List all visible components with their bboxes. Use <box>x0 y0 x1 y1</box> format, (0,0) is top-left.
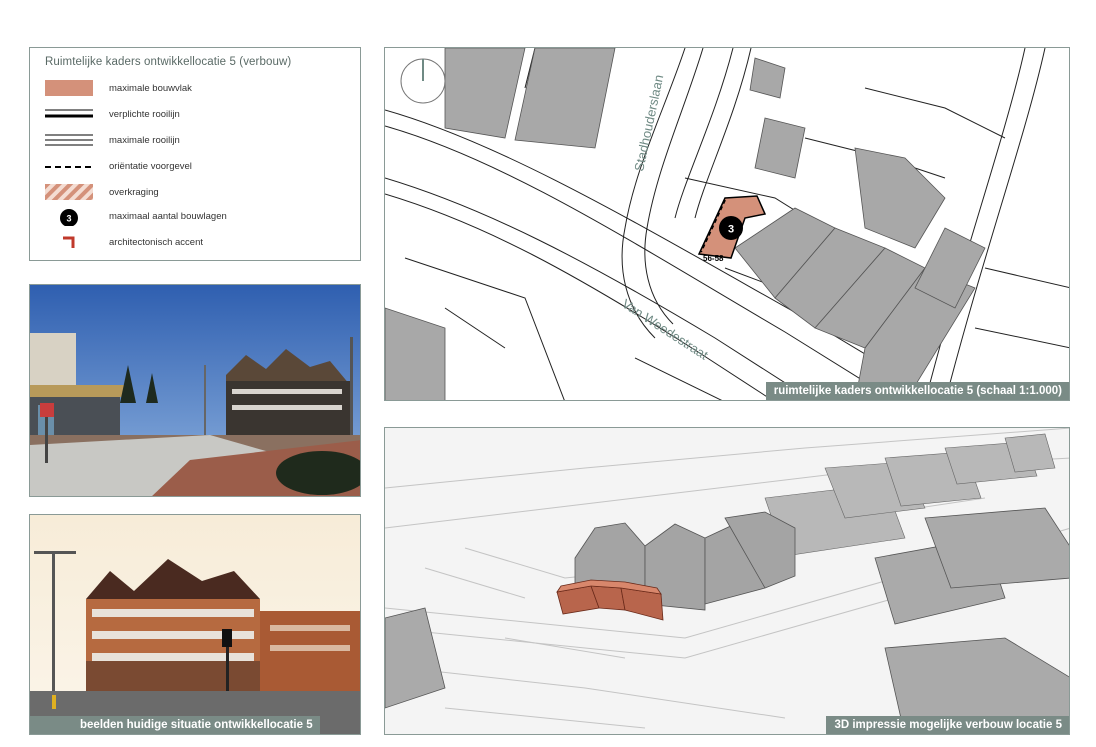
legend-panel: Ruimtelijke kaders ontwikkellocatie 5 (v… <box>29 47 361 261</box>
3d-caption: 3D impressie mogelijke verbouw locatie 5 <box>826 716 1069 734</box>
legend-title: Ruimtelijke kaders ontwikkellocatie 5 (v… <box>45 56 292 68</box>
salmon-fill-icon <box>45 80 93 96</box>
site-map-drawing: 3 56-58 Stadhouderslaan Van Weedestraat <box>385 48 1069 400</box>
photo-building-corner: beelden huidige situatie ontwikkellocati… <box>29 514 361 735</box>
hatched-fill-icon <box>45 184 93 200</box>
house-numbers: 56-58 <box>703 254 724 263</box>
dashed-line-icon <box>45 166 93 168</box>
legend-badge-text: 3 <box>66 214 71 224</box>
legend-item-bouwlagen: 3 maximaal aantal bouwlagen <box>45 208 345 228</box>
floors-badge-text: 3 <box>728 224 734 236</box>
3d-view: 3D impressie mogelijke verbouw locatie 5 <box>384 427 1070 735</box>
red-corner-icon <box>63 236 75 248</box>
black-circle-icon: 3 <box>60 209 78 226</box>
3d-view-drawing <box>385 428 1069 734</box>
legend-item-architectonisch-accent: architectonisch accent <box>45 234 345 254</box>
legend-item-verplichte-rooilijn: verplichte rooilijn <box>45 106 345 126</box>
map-caption: ruimtelijke kaders ontwikkellocatie 5 (s… <box>765 382 1069 400</box>
photo-street-scene <box>29 284 361 497</box>
photo-caption: beelden huidige situatie ontwikkellocati… <box>30 716 320 734</box>
double-line-icon <box>45 134 93 146</box>
legend-item-orientatie-voorgevel: oriëntatie voorgevel <box>45 158 345 178</box>
legend-item-maximale-rooilijn: maximale rooilijn <box>45 132 345 152</box>
thick-line-icon <box>45 109 93 118</box>
legend-item-overkraging: overkraging <box>45 184 345 204</box>
site-map: 3 56-58 Stadhouderslaan Van Weedestraat … <box>384 47 1070 401</box>
legend-item-bouwvlak: maximale bouwvlak <box>45 80 345 100</box>
